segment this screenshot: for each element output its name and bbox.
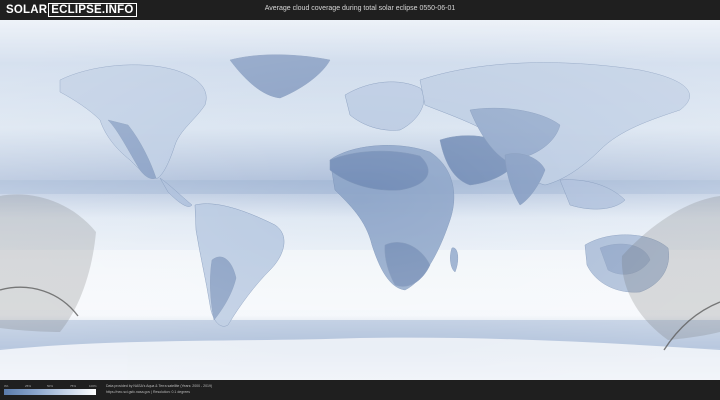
cloud-coverage-legend-bar (4, 389, 96, 395)
data-credit: Data provided by NASA's Aqua & Terra sat… (106, 384, 213, 388)
logo-eclipse-info: ECLIPSE.INFO (48, 3, 137, 17)
legend-tick-50: 50% (47, 384, 54, 388)
legend-tick-100: 100% (89, 384, 97, 388)
logo-solar: SOLAR (6, 4, 48, 16)
page-title: Average cloud coverage during total sola… (264, 5, 456, 12)
cloud-haze-overlay (0, 20, 720, 380)
legend-tick-25: 25% (25, 384, 32, 388)
data-source-link[interactable]: https://neo.sci.gsfc.nasa.gov | Resoluti… (106, 390, 190, 394)
legend-tick-0: 0% (4, 384, 9, 388)
cloud-coverage-map (0, 20, 720, 380)
world-map (0, 20, 720, 380)
header-bar: SOLAR ECLIPSE.INFO Average cloud coverag… (0, 0, 720, 20)
legend-tick-75: 75% (70, 384, 77, 388)
site-logo[interactable]: SOLAR ECLIPSE.INFO (6, 3, 137, 17)
